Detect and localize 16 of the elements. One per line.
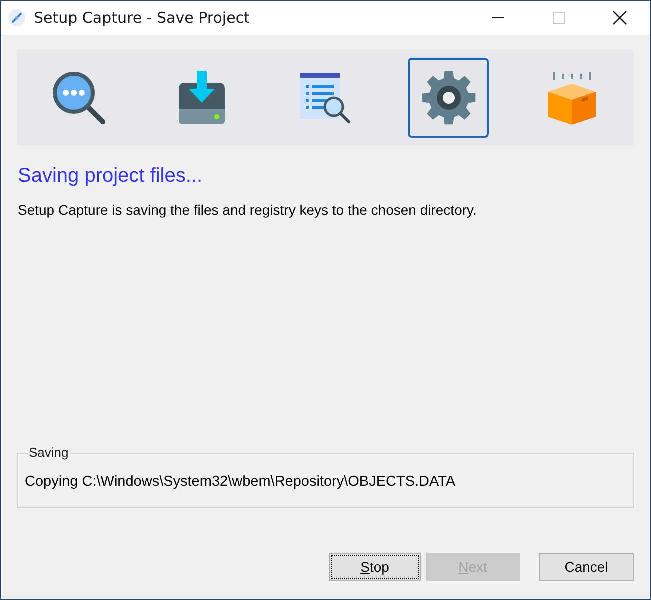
maximize-icon — [552, 12, 564, 24]
page-description: Setup Capture is saving the files and registry keys to the chosen directory. — [18, 202, 478, 218]
window-title: Setup Capture - Save Project — [34, 8, 250, 29]
page-heading: Saving project files... — [18, 164, 204, 188]
dialog-button[interactable]: Stop — [329, 553, 421, 581]
gear-icon — [420, 70, 477, 126]
box-icon — [546, 70, 598, 126]
document-search-icon — [298, 71, 352, 125]
group-title: Saving — [28, 446, 70, 460]
drive-download-icon — [177, 71, 228, 125]
dialog-button[interactable]: Cancel — [539, 553, 634, 581]
minimize-icon — [492, 17, 504, 19]
close-icon — [612, 11, 626, 25]
copy-status-text: Copying C:\Windows\System32\wbem\Repository\OBJECTS.DATA — [25, 474, 457, 491]
app-icon — [8, 9, 26, 27]
magnifier-icon — [50, 70, 107, 126]
